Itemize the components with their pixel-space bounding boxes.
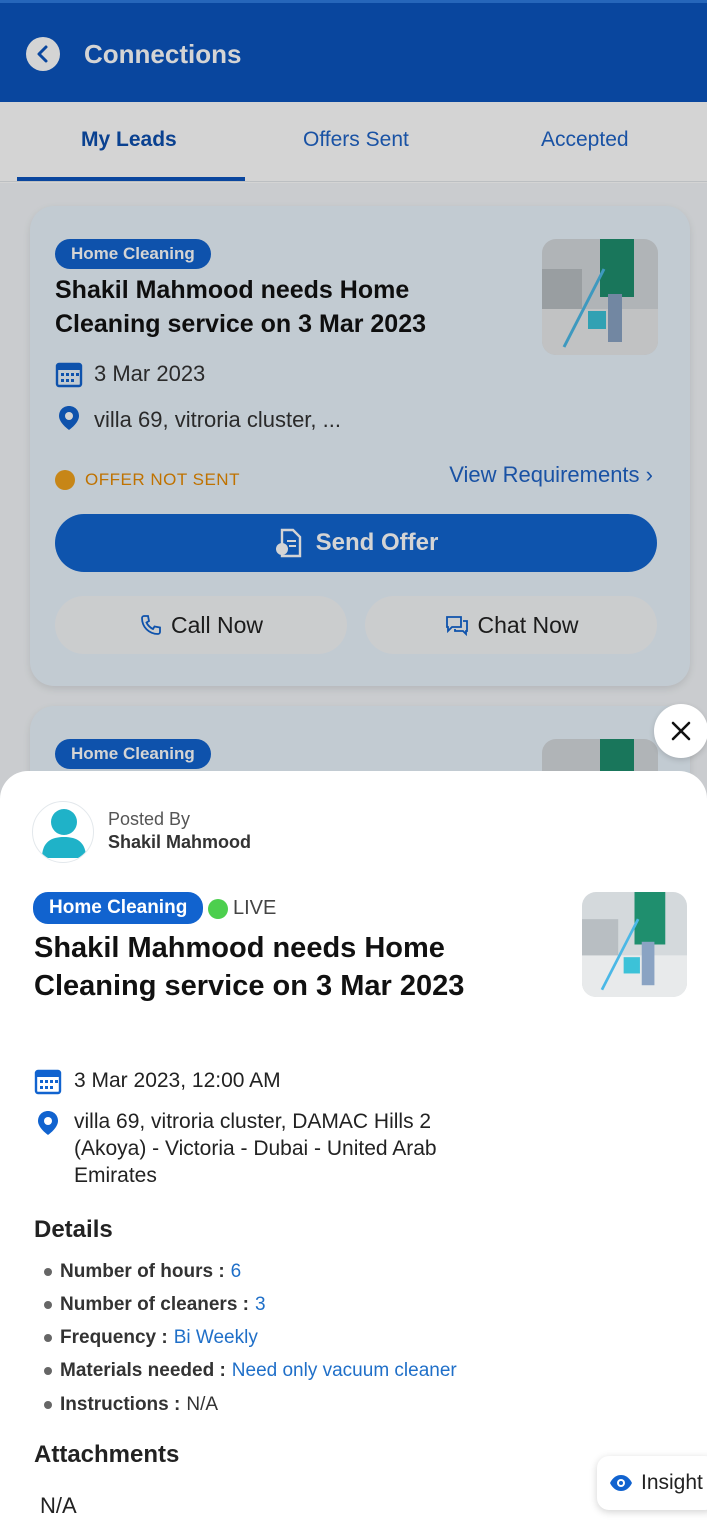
posted-by-name: Shakil Mahmood [108, 832, 252, 852]
attachments-value: N/A [40, 1493, 77, 1518]
lead-title: Shakil Mahmood needs Home Cleaning servi… [34, 932, 465, 1002]
category-badge: Home Cleaning [33, 892, 204, 924]
lead-datetime: 3 Mar 2023, 12:00 AM [74, 1069, 281, 1092]
service-thumbnail [582, 892, 687, 997]
detail-item: Materials needed : Need only vacuum clean… [44, 1360, 457, 1382]
detail-item: Number of hours :6 [44, 1261, 241, 1283]
lead-detail-sheet: Posted By Shakil Mahmood Home Cleaning L… [0, 771, 707, 1537]
eye-icon [610, 1475, 632, 1491]
avatar [32, 801, 94, 863]
lead-address: villa 69, vitroria cluster, DAMAC Hills … [74, 1110, 437, 1187]
detail-item: Instructions : N/A [44, 1394, 218, 1416]
insights-button[interactable]: Insight [597, 1456, 707, 1510]
attachments-heading: Attachments [34, 1441, 180, 1468]
user-icon [42, 809, 86, 858]
location-pin-icon [38, 1111, 58, 1135]
posted-by-label: Posted By [108, 809, 191, 829]
close-icon [671, 721, 691, 741]
insights-label: Insight [641, 1471, 703, 1494]
detail-item: Frequency : Bi Weekly [44, 1327, 258, 1349]
calendar-icon [34, 1069, 62, 1095]
close-sheet-button[interactable] [654, 704, 707, 758]
live-status: LIVE [233, 897, 277, 919]
details-heading: Details [34, 1216, 113, 1243]
detail-item: Number of cleaners :3 [44, 1294, 266, 1316]
live-indicator-dot [208, 899, 228, 919]
